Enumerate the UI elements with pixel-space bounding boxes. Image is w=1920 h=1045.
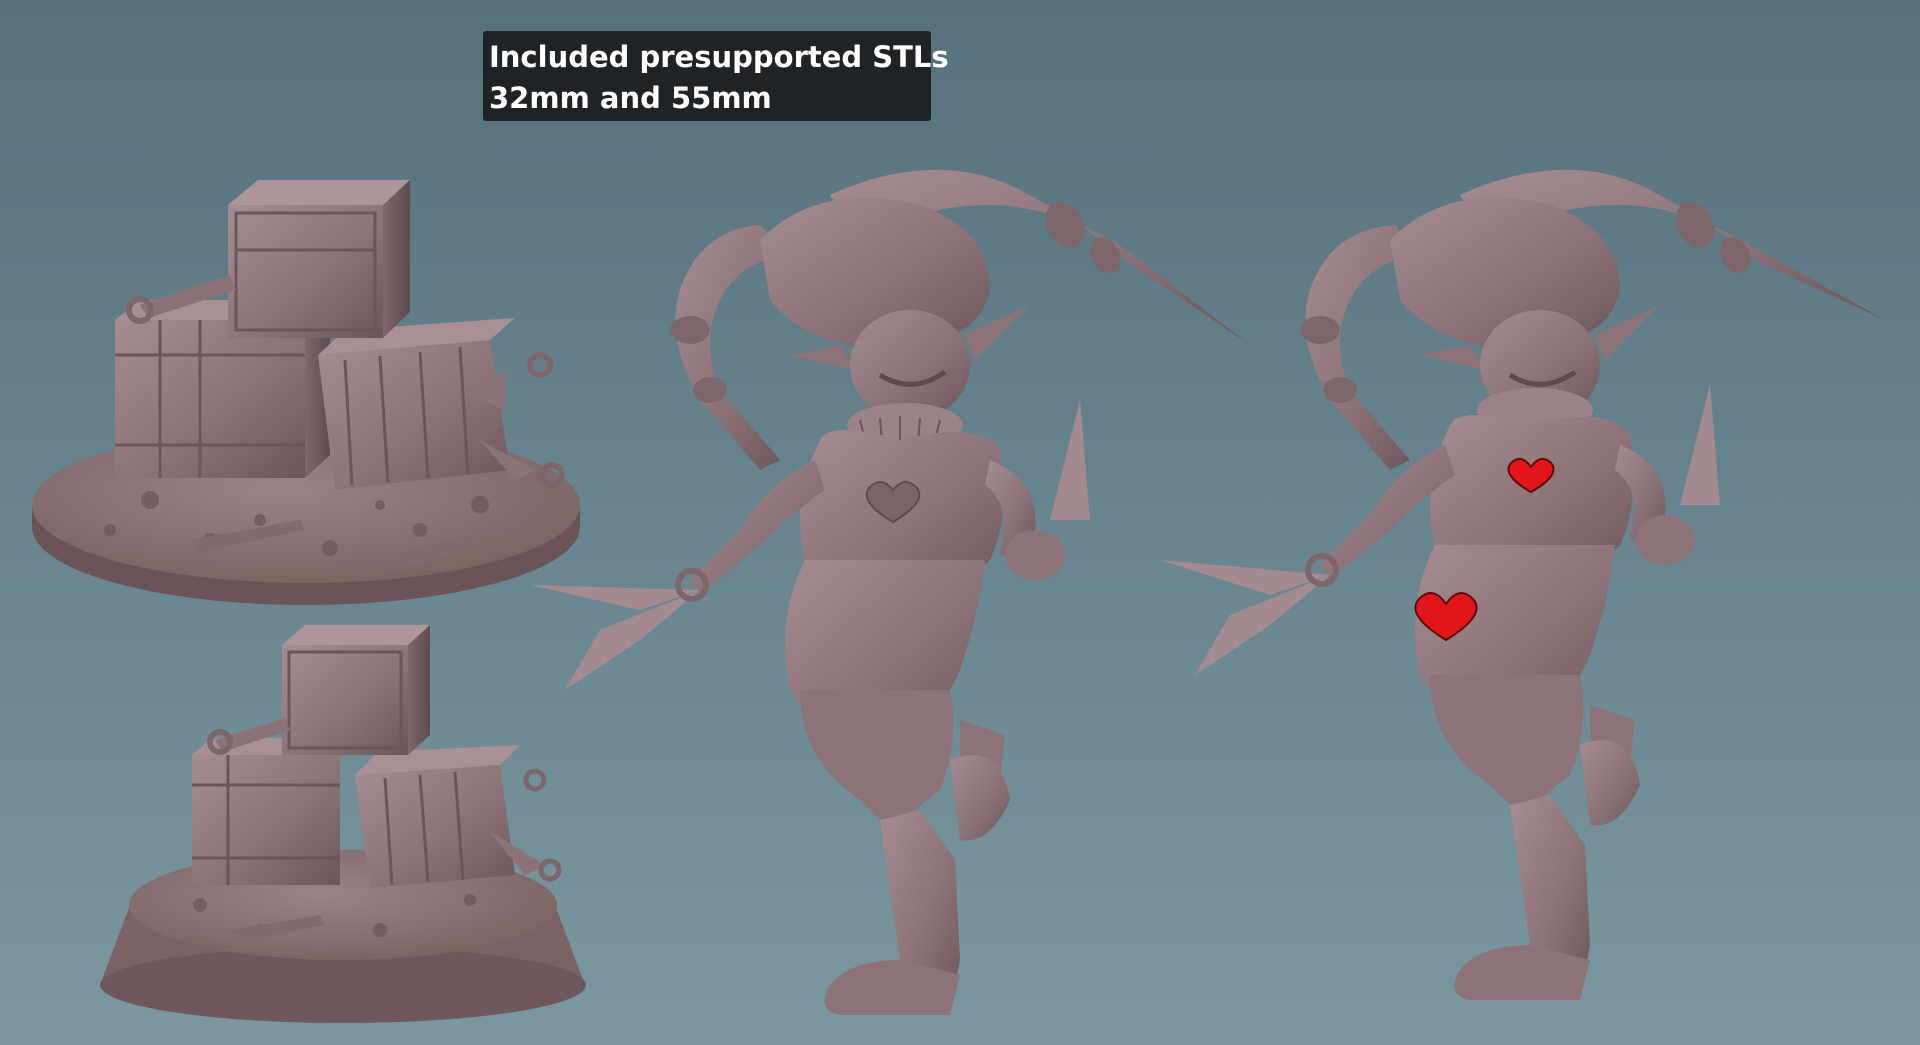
caption-line-1: Included presupported STLs: [489, 40, 949, 74]
jester-figure-nsfw: [530, 169, 1250, 1015]
crate: [282, 625, 430, 755]
base-32mm: [32, 180, 580, 605]
jester-figure-censored: [1160, 169, 1885, 1000]
crate: [192, 738, 360, 885]
caption-line-2: 32mm and 55mm: [489, 81, 772, 115]
crate: [228, 180, 410, 338]
crate: [355, 745, 520, 888]
base-55mm: [100, 625, 586, 1023]
caption-box: Included presupported STLs 32mm and 55mm: [483, 31, 949, 121]
render-scene: [32, 169, 1885, 1023]
crate: [318, 318, 515, 490]
